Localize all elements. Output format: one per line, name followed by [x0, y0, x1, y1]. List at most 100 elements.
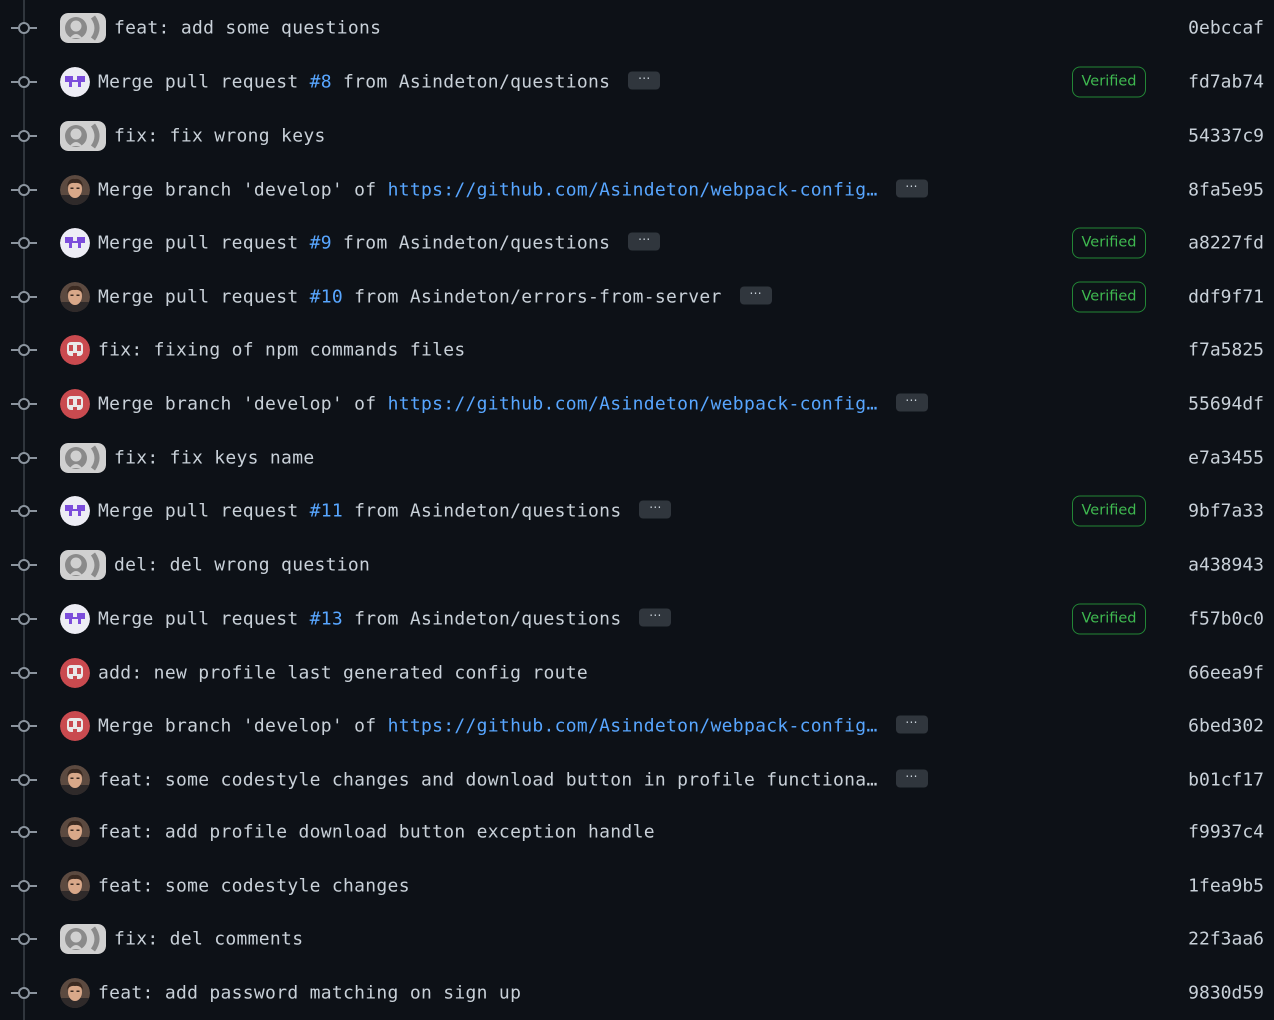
avatar[interactable] [60, 496, 90, 526]
expand-message-button[interactable]: ··· [895, 715, 928, 734]
commit-row[interactable]: Merge pull request #8 from Asindeton/que… [0, 55, 1274, 109]
commit-row[interactable]: fix: fix keys name e7a3455 [0, 431, 1274, 485]
avatar[interactable] [60, 228, 90, 258]
commit-message[interactable]: Merge branch 'develop' of https://github… [98, 179, 928, 201]
commit-link[interactable]: https://github.com/Asindeton/webpack-con… [388, 716, 878, 737]
commit-row[interactable]: feat: add password matching on sign up 98… [0, 966, 1274, 1020]
commit-sha-link[interactable]: 6bed302 [1188, 716, 1264, 737]
commit-sha-link[interactable]: 54337c9 [1188, 126, 1264, 147]
commit-message[interactable]: Merge pull request #9 from Asindeton/que… [98, 232, 661, 254]
commit-text: Merge pull request [98, 500, 310, 522]
commit-row[interactable]: Merge branch 'develop' of https://github… [0, 163, 1274, 217]
commit-text: fix: fix keys name [114, 447, 315, 469]
commit-sha-link[interactable]: ddf9f71 [1188, 287, 1264, 308]
commit-sha-link[interactable]: 8fa5e95 [1188, 180, 1264, 201]
avatar[interactable] [60, 978, 90, 1008]
avatar[interactable] [60, 13, 106, 43]
commit-message[interactable]: Merge pull request #13 from Asindeton/qu… [98, 608, 672, 630]
avatar[interactable] [60, 335, 90, 365]
commit-message[interactable]: Merge pull request #10 from Asindeton/er… [98, 286, 772, 308]
commit-link[interactable]: https://github.com/Asindeton/webpack-con… [388, 180, 878, 201]
avatar[interactable] [60, 175, 90, 205]
commit-sha-link[interactable]: f57b0c0 [1188, 609, 1264, 630]
commit-message[interactable]: feat: add password matching on sign up [98, 983, 521, 1004]
avatar[interactable] [60, 711, 90, 741]
commit-row[interactable]: Merge pull request #11 from Asindeton/qu… [0, 484, 1274, 538]
expand-message-button[interactable]: ··· [639, 500, 672, 519]
commit-row[interactable]: add: new profile last generated config r… [0, 646, 1274, 700]
commit-row[interactable]: fix: fix wrong keys 54337c9 [0, 109, 1274, 163]
avatar[interactable] [60, 121, 106, 151]
commit-sha-link[interactable]: 1fea9b5 [1188, 876, 1264, 897]
avatar[interactable] [60, 67, 90, 97]
expand-message-button[interactable]: ··· [639, 608, 672, 627]
avatar[interactable] [60, 282, 90, 312]
verified-badge[interactable]: Verified [1072, 603, 1146, 635]
commit-sha-link[interactable]: 22f3aa6 [1188, 929, 1264, 950]
commit-sha-link[interactable]: 55694df [1188, 394, 1264, 415]
commit-row[interactable]: feat: add some questions 0ebccaf [0, 1, 1274, 55]
commit-row[interactable]: feat: some codestyle changes 1fea9b5 [0, 859, 1274, 913]
avatar[interactable] [60, 765, 90, 795]
verified-badge[interactable]: Verified [1072, 66, 1146, 98]
verified-badge[interactable]: Verified [1072, 227, 1146, 259]
commit-row[interactable]: Merge branch 'develop' of https://github… [0, 377, 1274, 431]
avatar[interactable] [60, 924, 106, 954]
commit-row[interactable]: feat: some codestyle changes and downloa… [0, 753, 1274, 807]
expand-message-button[interactable]: ··· [895, 179, 928, 198]
commit-row[interactable]: Merge pull request #10 from Asindeton/er… [0, 270, 1274, 324]
commit-row[interactable]: feat: add profile download button except… [0, 805, 1274, 859]
expand-message-button[interactable]: ··· [739, 286, 772, 305]
commit-row[interactable]: Merge pull request #13 from Asindeton/qu… [0, 592, 1274, 646]
avatar[interactable] [60, 817, 90, 847]
commit-link[interactable]: #13 [310, 609, 343, 630]
verified-badge[interactable]: Verified [1072, 495, 1146, 527]
commit-row[interactable]: Merge branch 'develop' of https://github… [0, 699, 1274, 753]
commit-row[interactable]: del: del wrong question a438943 [0, 538, 1274, 592]
avatar[interactable] [60, 443, 106, 473]
commit-message[interactable]: feat: some codestyle changes [98, 876, 410, 897]
commit-sha-link[interactable]: a438943 [1188, 555, 1264, 576]
commit-message[interactable]: del: del wrong question [114, 555, 370, 576]
expand-message-button[interactable]: ··· [628, 71, 661, 90]
commit-sha-link[interactable]: 0ebccaf [1188, 18, 1264, 39]
commit-link[interactable]: #9 [310, 233, 332, 254]
commit-message[interactable]: fix: fix keys name [114, 448, 314, 469]
avatar[interactable] [60, 389, 90, 419]
commit-sha-link[interactable]: f7a5825 [1188, 340, 1264, 361]
commit-row[interactable]: fix: del comments 22f3aa6 [0, 912, 1274, 966]
commit-link[interactable]: #10 [310, 287, 343, 308]
commit-sha-link[interactable]: 9bf7a33 [1188, 501, 1264, 522]
commit-message[interactable]: add: new profile last generated config r… [98, 663, 588, 684]
commit-message[interactable]: Merge pull request #11 from Asindeton/qu… [98, 500, 672, 522]
commit-message[interactable]: fix: fix wrong keys [114, 126, 326, 147]
commit-sha-link[interactable]: a8227fd [1188, 233, 1264, 254]
commit-message[interactable]: fix: fixing of npm commands files [98, 340, 466, 361]
commit-row[interactable]: fix: fixing of npm commands files f7a5825 [0, 323, 1274, 377]
avatar[interactable] [60, 550, 106, 580]
commit-message[interactable]: feat: add some questions [114, 18, 381, 39]
commit-message[interactable]: feat: add profile download button except… [98, 822, 655, 843]
avatar[interactable] [60, 871, 90, 901]
avatar[interactable] [60, 658, 90, 688]
avatar[interactable] [60, 604, 90, 634]
commit-sha-link[interactable]: f9937c4 [1188, 822, 1264, 843]
expand-message-button[interactable]: ··· [895, 769, 928, 788]
commit-sha-link[interactable]: fd7ab74 [1188, 72, 1264, 93]
expand-message-button[interactable]: ··· [628, 232, 661, 251]
commit-link[interactable]: #11 [310, 501, 343, 522]
commit-link[interactable]: https://github.com/Asindeton/webpack-con… [388, 394, 878, 415]
commit-sha-link[interactable]: b01cf17 [1188, 770, 1264, 791]
expand-message-button[interactable]: ··· [895, 393, 928, 412]
commit-message[interactable]: fix: del comments [114, 929, 303, 950]
commit-message[interactable]: feat: some codestyle changes and downloa… [98, 769, 928, 791]
commit-message[interactable]: Merge pull request #8 from Asindeton/que… [98, 71, 661, 93]
commit-sha-link[interactable]: 9830d59 [1188, 983, 1264, 1004]
commit-sha-link[interactable]: e7a3455 [1188, 448, 1264, 469]
commit-sha-link[interactable]: 66eea9f [1188, 663, 1264, 684]
commit-row[interactable]: Merge pull request #9 from Asindeton/que… [0, 216, 1274, 270]
verified-badge[interactable]: Verified [1072, 281, 1146, 313]
commit-message[interactable]: Merge branch 'develop' of https://github… [98, 393, 928, 415]
commit-link[interactable]: #8 [310, 72, 332, 93]
commit-message[interactable]: Merge branch 'develop' of https://github… [98, 715, 928, 737]
